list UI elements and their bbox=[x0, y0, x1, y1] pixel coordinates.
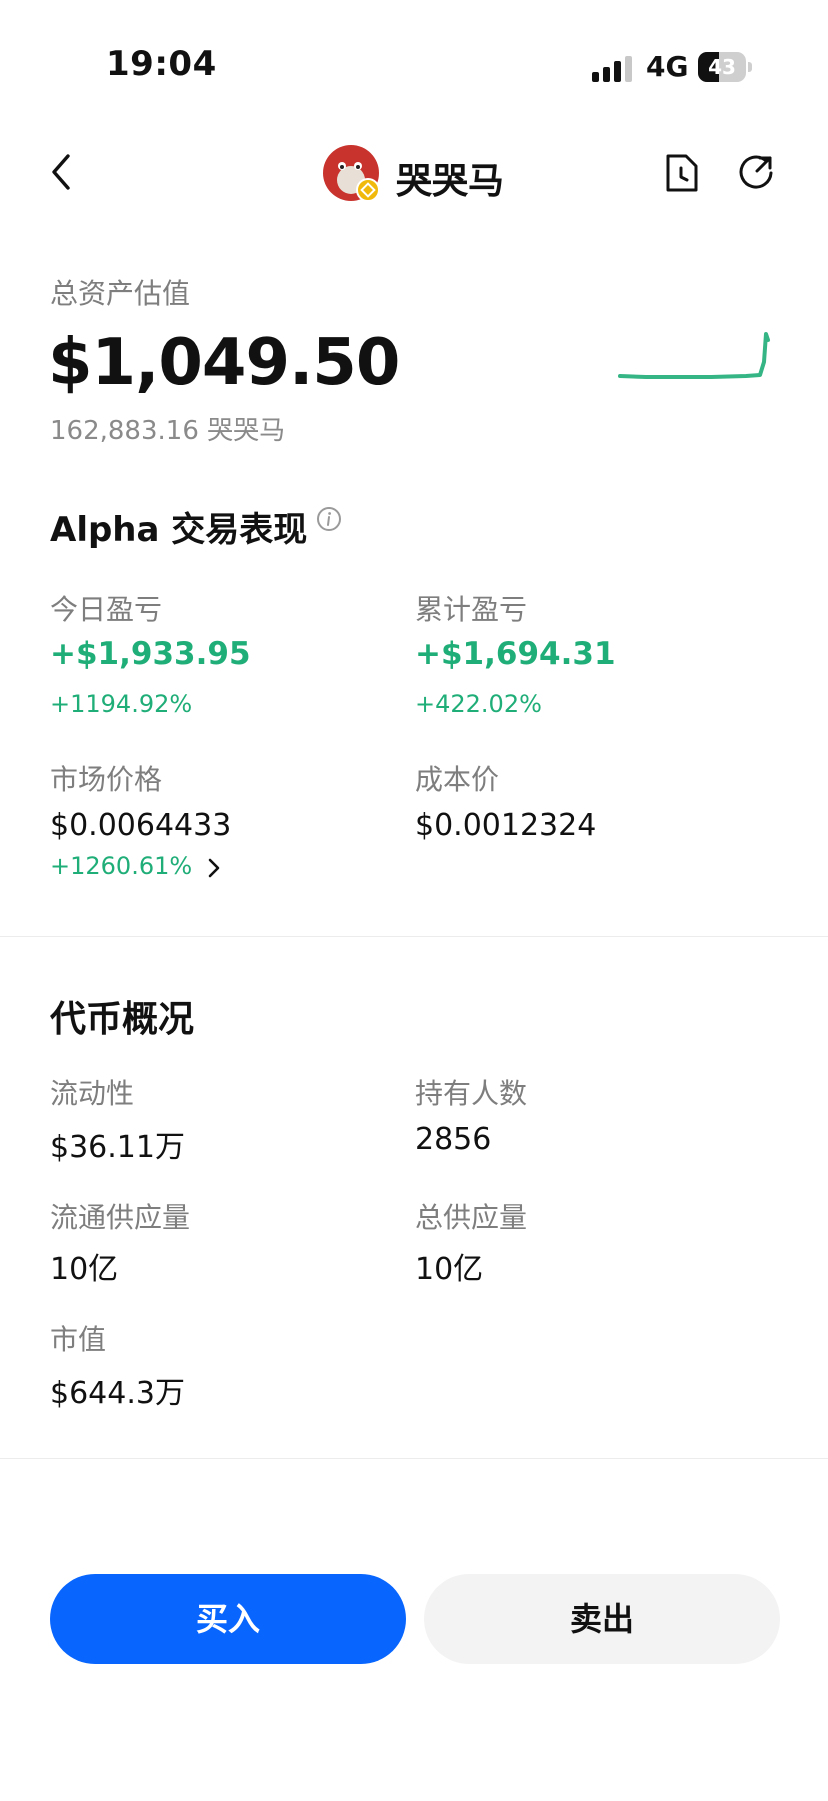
token-overview-title: 代币概况 bbox=[50, 999, 195, 1040]
network-type: 4G bbox=[646, 50, 689, 83]
market-price-label: 市场价格 bbox=[50, 763, 163, 796]
liquidity-label: 流动性 bbox=[50, 1077, 135, 1110]
today-pnl-percent: +1194.92% bbox=[50, 690, 193, 718]
info-icon[interactable] bbox=[316, 506, 342, 532]
battery-level: 43 bbox=[708, 55, 736, 79]
token-avatar bbox=[323, 145, 380, 202]
share-icon[interactable] bbox=[738, 154, 776, 192]
market-price-change[interactable]: +1260.61% bbox=[50, 852, 192, 880]
total-supply-label: 总供应量 bbox=[415, 1201, 528, 1234]
market-cap-label: 市值 bbox=[50, 1323, 107, 1356]
cumulative-pnl-percent: +422.02% bbox=[415, 690, 542, 718]
battery-icon: 43 bbox=[698, 52, 752, 82]
cost-price-value: $0.0012324 bbox=[415, 808, 597, 843]
cost-price-label: 成本价 bbox=[415, 763, 500, 796]
sell-button[interactable]: 卖出 bbox=[424, 1574, 780, 1664]
total-assets-label: 总资产估值 bbox=[50, 277, 191, 310]
signal-icon bbox=[592, 56, 632, 82]
alpha-section-title: Alpha 交易表现 bbox=[50, 510, 308, 550]
section-divider bbox=[0, 936, 828, 937]
today-pnl-value: +$1,933.95 bbox=[50, 636, 251, 672]
status-time: 19:04 bbox=[106, 44, 217, 84]
chevron-right-icon[interactable] bbox=[206, 856, 222, 880]
total-assets-value: $1,049.50 bbox=[48, 326, 400, 400]
market-price-value: $0.0064433 bbox=[50, 808, 232, 843]
cumulative-pnl-label: 累计盈亏 bbox=[415, 593, 528, 626]
token-title: 哭哭马 bbox=[396, 161, 505, 202]
circulating-supply-value: 10亿 bbox=[50, 1252, 119, 1287]
token-quantity: 162,883.16 哭哭马 bbox=[50, 416, 286, 446]
price-sparkline bbox=[618, 332, 770, 379]
today-pnl-label: 今日盈亏 bbox=[50, 593, 163, 626]
section-divider bbox=[0, 1458, 828, 1459]
market-cap-value: $644.3万 bbox=[50, 1376, 185, 1411]
history-document-icon[interactable] bbox=[664, 152, 700, 194]
total-supply-value: 10亿 bbox=[415, 1252, 484, 1287]
back-arrow-icon[interactable] bbox=[44, 152, 80, 192]
holders-label: 持有人数 bbox=[415, 1077, 528, 1110]
cumulative-pnl-value: +$1,694.31 bbox=[415, 636, 616, 672]
liquidity-value: $36.11万 bbox=[50, 1130, 185, 1165]
buy-button[interactable]: 买入 bbox=[50, 1574, 406, 1664]
circulating-supply-label: 流通供应量 bbox=[50, 1201, 191, 1234]
holders-value: 2856 bbox=[415, 1122, 492, 1157]
